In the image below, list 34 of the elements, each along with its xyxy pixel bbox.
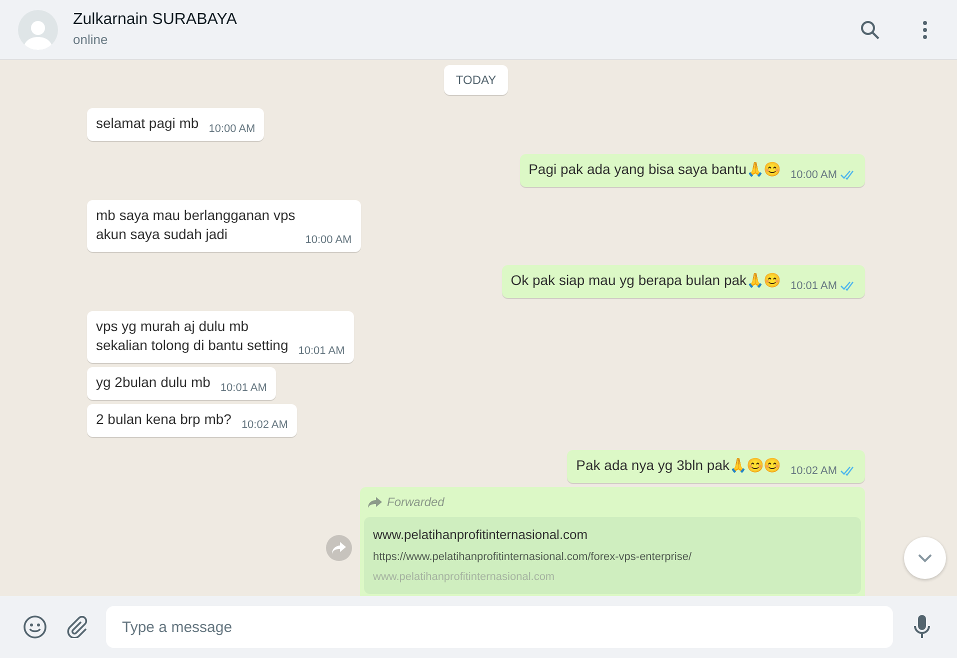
message-text: Pak ada nya yg 3bln pak🙏😊😊 xyxy=(576,456,781,475)
message-time: 10:00 AM xyxy=(790,168,837,182)
message-text: selamat pagi mb xyxy=(96,114,199,133)
message-time: 10:01 AM xyxy=(790,278,837,294)
forward-arrow-icon xyxy=(368,496,382,508)
message-text: vps yg murah aj dulu mb sekalian tolong di bantu setting xyxy=(96,317,288,355)
message-text: Pagi pak ada yang bisa saya bantu🙏😊 xyxy=(528,160,781,179)
chevron-down-icon xyxy=(918,554,932,562)
preview-title: www.pelatihanprofitinternasional.com xyxy=(373,526,589,544)
contact-status: online xyxy=(73,31,109,49)
search-icon xyxy=(860,20,880,40)
microphone-icon xyxy=(914,615,930,639)
forwarded-label: Forwarded xyxy=(387,494,444,511)
message-time: 10:00 AM xyxy=(305,232,352,248)
message-text: mb saya mau berlangganan vps akun saya sudah jadi xyxy=(96,206,296,244)
message-input[interactable]: Type a message xyxy=(106,606,893,648)
message-time: 10:01 AM xyxy=(298,344,345,358)
menu-icon xyxy=(923,20,927,38)
emoji-button[interactable] xyxy=(22,614,48,640)
contact-name: Zulkarnain SURABAYA xyxy=(73,10,238,30)
paperclip-icon xyxy=(66,616,88,638)
message-time: 10:01 AM xyxy=(220,380,267,396)
message-text: Ok pak siap mau yg berapa bulan pak🙏😊 xyxy=(510,271,781,290)
message-text: yg 2bulan dulu mb xyxy=(96,373,210,392)
message-time: 10:02 AM xyxy=(790,464,837,478)
message-text: 2 bulan kena brp mb? xyxy=(96,410,232,429)
share-arrow-icon xyxy=(332,542,346,554)
smiley-icon xyxy=(23,615,47,639)
preview-url: https://www.pelatihanprofitinternasional.com/forex-vps-enterprise/ xyxy=(373,550,693,564)
message-time: 10:00 AM xyxy=(208,122,256,136)
preview-domain: www.pelatihanprofitinternasional.com xyxy=(373,570,556,585)
date-chip: TODAY xyxy=(444,65,508,95)
message-time: 10:02 AM xyxy=(241,418,288,432)
link-preview[interactable]: www.pelatihanprofitinternasional.com https://www.pelatihanprofitinternasional.com/forex-vps-enterprise/ www.pelatihanprofitinternasional.com xyxy=(364,517,861,594)
